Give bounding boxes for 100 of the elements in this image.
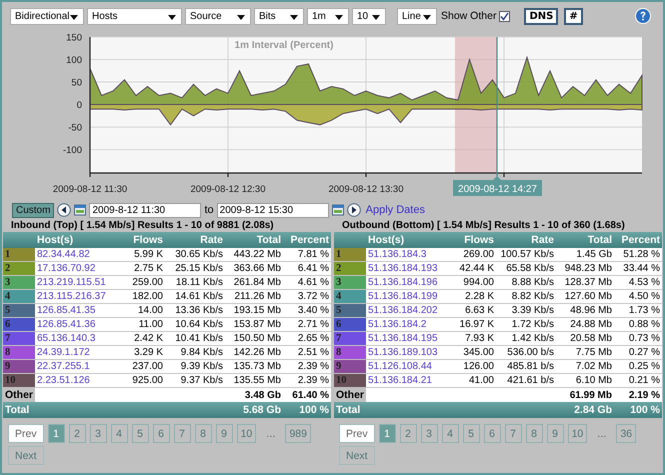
table-cell: 0.73 % (614, 332, 662, 346)
color-index: 5 (334, 304, 366, 318)
dns-button[interactable]: DNS (524, 8, 558, 24)
table-cell: 9.37 Kb/s (165, 374, 225, 388)
ellipsis: ... (596, 428, 608, 440)
table-cell: 1.72 Kb/s (496, 318, 556, 332)
other-label: Other (334, 388, 366, 402)
to-label: to (204, 204, 214, 216)
custom-button[interactable]: Custom (12, 202, 54, 218)
table-cell: 443.22 Mb (225, 248, 283, 262)
table-cell: 2.71 % (283, 318, 331, 332)
table-cell: 7.81 % (283, 248, 331, 262)
table-cell: 13.36 Kb/s (165, 304, 225, 318)
y-axis-label: 100 (66, 55, 82, 66)
table-cell: 269.00 (452, 248, 496, 262)
column-header: Host(s) (366, 232, 452, 248)
table-cell: 65.58 Kb/s (496, 262, 556, 276)
table-cell: 128.37 Mb (556, 276, 614, 290)
table-cell: 142.26 Mb (225, 346, 283, 360)
y-axis-label: -100 (62, 145, 82, 156)
hash-button[interactable]: # (564, 8, 583, 24)
show-other-checkbox[interactable] (499, 10, 510, 22)
table-cell: 994.00 (452, 276, 496, 290)
y-axis-label: 150 (66, 32, 82, 44)
table-cell: 948.23 Mb (556, 262, 614, 276)
calendar-icon[interactable] (332, 204, 344, 216)
color-index: 4 (334, 290, 366, 304)
table-cell: 3.40 % (283, 304, 331, 318)
table-cell: 20.58 Mb (556, 332, 614, 346)
table-cell: 1.45 Gb (556, 248, 614, 262)
table-cell: 345.00 (452, 346, 496, 360)
table-cell: 2.65 % (283, 332, 331, 346)
color-index: 5 (3, 304, 35, 318)
dropdown[interactable]: Hosts (87, 8, 182, 24)
color-index: 10 (3, 374, 35, 388)
table-cell: 10.41 Kb/s (165, 332, 225, 346)
table-cell: 61.99 Mb (556, 388, 614, 402)
table-cell: 5.99 K (121, 248, 165, 262)
chart-title: 1m Interval (Percent) (234, 40, 334, 51)
y-axis-label: 50 (71, 78, 82, 89)
table-cell: 1.73 % (614, 304, 662, 318)
color-index: 9 (334, 360, 366, 374)
table-cell: 4.50 % (614, 290, 662, 304)
next-icon[interactable] (346, 203, 361, 217)
table-cell: 4.53 % (614, 276, 662, 290)
table-cell: 153.87 Mb (225, 318, 283, 332)
table-cell: 4.61 % (283, 276, 331, 290)
prev-button[interactable]: Prev (339, 424, 375, 443)
x-axis-label: 2009-08-12 11:30 (52, 184, 128, 195)
prev-button[interactable]: Prev (8, 424, 44, 443)
table-cell: 0.21 % (614, 374, 662, 388)
table-cell: 41.00 (452, 374, 496, 388)
show-other-label: Show Other (441, 10, 496, 22)
table-cell: 2.84 Gb (556, 402, 614, 418)
help-icon[interactable] (635, 8, 651, 24)
table-cell: 7.93 K (452, 332, 496, 346)
column-header: Percent (614, 232, 662, 248)
table-cell: 8.88 Kb/s (496, 276, 556, 290)
dropdown[interactable]: Bits (254, 8, 304, 24)
from-date-field[interactable]: 2009-8-12 11:30 (89, 202, 202, 218)
column-header: Total (225, 232, 283, 248)
table-cell: 135.55 Mb (225, 374, 283, 388)
column-header: Flows (121, 232, 165, 248)
table-cell: 3.29 K (121, 346, 165, 360)
table-cell: 2.39 % (283, 374, 331, 388)
color-index: 3 (3, 276, 35, 290)
table-cell: 0.27 % (614, 346, 662, 360)
table-cell: 30.65 Kb/s (165, 248, 225, 262)
table-cell: 6.63 K (452, 304, 496, 318)
table-cell: 485.81 b/s (496, 360, 556, 374)
apply-dates-link[interactable]: Apply Dates (366, 204, 425, 216)
time-tooltip: 2009-08-12 14:27 (453, 176, 542, 196)
dropdown[interactable]: Line (397, 8, 437, 24)
table-cell: 51.28 % (614, 248, 662, 262)
column-header: Total (556, 232, 614, 248)
table-cell: 261.84 Mb (225, 276, 283, 290)
table-cell: 8.82 Kb/s (496, 290, 556, 304)
table-cell: 421.61 b/s (496, 374, 556, 388)
total-label: Total (334, 402, 556, 418)
color-index: 6 (334, 318, 366, 332)
table-cell: 16.97 K (452, 318, 496, 332)
to-date-field[interactable]: 2009-8-12 15:30 (216, 202, 329, 218)
calendar-icon[interactable] (74, 204, 86, 216)
table-cell: 211.26 Mb (225, 290, 283, 304)
table-cell: 24.88 Mb (556, 318, 614, 332)
dropdown[interactable]: 1m (307, 8, 349, 24)
table-cell: 3.72 % (283, 290, 331, 304)
color-index: 3 (334, 276, 366, 290)
table-cell: 7.75 Mb (556, 346, 614, 360)
table-cell: 6.10 Mb (556, 374, 614, 388)
table-cell: 0.25 % (614, 360, 662, 374)
dropdown[interactable]: Source (185, 8, 251, 24)
table-cell: 259.00 (121, 276, 165, 290)
previous-icon[interactable] (57, 203, 72, 217)
table-cell: 2.28 K (452, 290, 496, 304)
dropdown[interactable]: Bidirectional (10, 8, 84, 24)
table-cell: 100.57 Kb/s (496, 248, 556, 262)
dropdown[interactable]: 10 (352, 8, 386, 24)
table-cell: 363.66 Mb (225, 262, 283, 276)
column-header: Percent (283, 232, 331, 248)
